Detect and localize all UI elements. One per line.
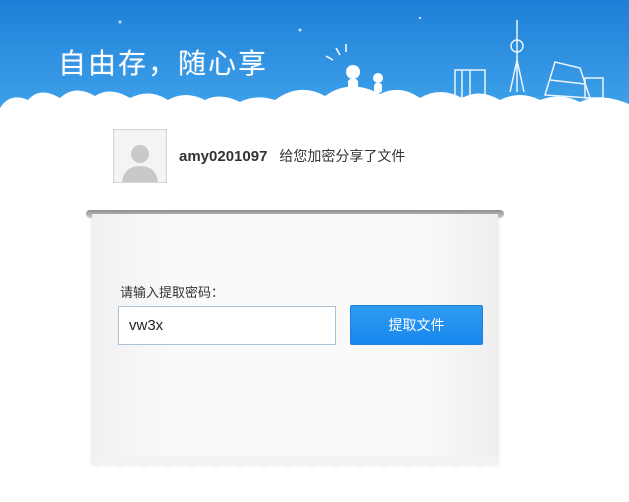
avatar: [113, 129, 167, 183]
card-torn-edge: [92, 456, 498, 467]
share-message: 给您加密分享了文件: [279, 149, 406, 165]
username: amy0201097: [179, 147, 268, 165]
password-label: 请输入提取密码：: [120, 286, 225, 301]
extract-file-button[interactable]: 提取文件: [350, 305, 483, 345]
password-input[interactable]: [118, 306, 336, 345]
share-info: amy0201097 给您加密分享了文件: [113, 128, 405, 184]
header-banner: 自由存，随心享: [0, 0, 629, 130]
user-placeholder-icon: [122, 145, 158, 182]
banner-slogan: 自由存，随心享: [58, 47, 269, 80]
